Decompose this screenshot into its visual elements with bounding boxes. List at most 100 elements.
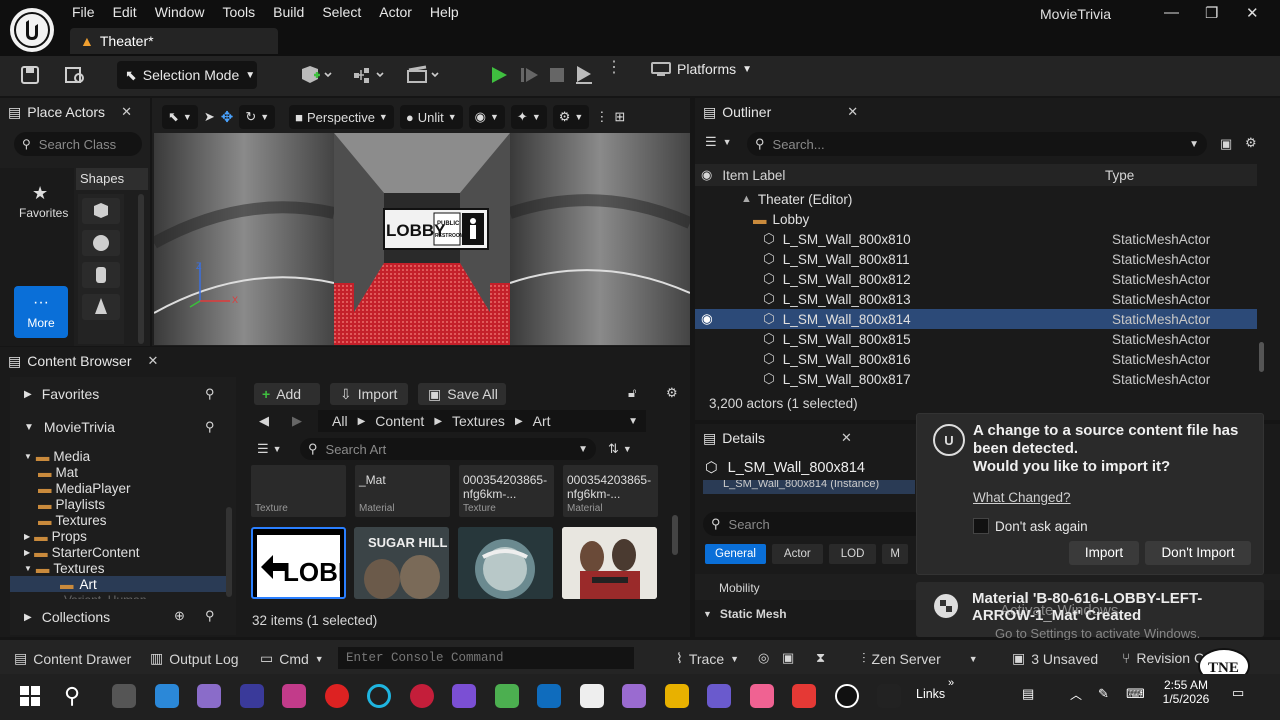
layout-icon[interactable]: ⊞ <box>614 109 625 125</box>
browse-icon[interactable] <box>64 65 86 85</box>
cb-filter-button[interactable]: ☰ ▼ <box>257 441 282 457</box>
tree-item-art[interactable]: ▬ Art <box>60 577 97 592</box>
edge-icon[interactable] <box>197 684 221 708</box>
asset-poster-django[interactable] <box>562 527 657 599</box>
dont-ask-checkbox[interactable] <box>973 518 989 534</box>
close-icon[interactable]: ✕ <box>841 430 852 446</box>
asset-tile[interactable]: 000354203865-nfg6km-... Material <box>563 465 658 517</box>
asset-sugarhill[interactable]: SUGAR HILL <box>354 527 449 599</box>
chrome-icon[interactable] <box>792 684 816 708</box>
star-icon[interactable]: ★ <box>32 183 48 204</box>
tree-item[interactable]: ▼ ▬ Textures <box>24 561 104 576</box>
add-folder-icon[interactable]: ▣ <box>1220 136 1232 152</box>
add-button[interactable]: + Add <box>254 383 320 405</box>
play-icon[interactable] <box>489 66 509 84</box>
asset-tile[interactable]: Texture <box>251 465 346 517</box>
place-scrollbar[interactable] <box>138 194 144 344</box>
outlook-icon[interactable] <box>537 684 561 708</box>
save-all-button[interactable]: ▣ Save All <box>418 383 506 405</box>
import-confirm-button[interactable]: Import <box>1069 541 1139 565</box>
favorites-section[interactable]: ▶ Favorites <box>24 386 99 402</box>
outliner-root-row[interactable]: ▲ Theater (Editor) <box>695 189 1257 209</box>
copilot-icon[interactable] <box>749 684 774 708</box>
tab-lod[interactable]: LOD <box>828 544 877 564</box>
console-input[interactable]: Enter Console Command <box>338 647 634 669</box>
keyboard-layout-icon[interactable]: ▤ <box>1022 686 1034 702</box>
viewport-settings-button[interactable]: ⚙ ▼ <box>552 105 590 129</box>
project-section[interactable]: ▼ MovieTrivia <box>24 419 115 435</box>
outliner-row[interactable]: ⬡ L_SM_Wall_800x810 StaticMeshActor <box>695 229 1257 249</box>
stop-icon[interactable] <box>549 67 565 83</box>
visibility-icon[interactable]: ◉ <box>701 167 712 183</box>
inkscape-icon[interactable] <box>622 684 646 708</box>
perspective-button[interactable]: ■ Perspective ▼ <box>289 105 394 129</box>
m365-icon[interactable] <box>452 684 476 708</box>
collections-section[interactable]: ▶ Collections <box>24 609 110 625</box>
task-view-icon[interactable] <box>112 684 136 708</box>
more-button[interactable]: ··· More <box>14 286 68 338</box>
what-changed-link[interactable]: What Changed? <box>973 490 1071 505</box>
chevron-down-icon[interactable]: ▼ <box>628 416 638 427</box>
forward-icon[interactable]: ▶ <box>292 413 302 429</box>
output-log-button[interactable]: ▥ Output Log <box>150 650 239 667</box>
file-explorer-icon[interactable] <box>664 684 689 708</box>
hourglass-icon[interactable]: ⧗ <box>816 650 825 666</box>
details-search-input[interactable]: ⚲ Search <box>703 512 925 536</box>
touch-keyboard-icon[interactable]: ⌨ <box>1126 686 1145 702</box>
import-button[interactable]: ⇩ Import <box>330 383 408 405</box>
menu-tools[interactable]: Tools <box>222 4 265 20</box>
outliner-folder-row[interactable]: ▬ Lobby <box>695 209 1257 229</box>
view-mode-button[interactable]: ● Unlit ▼ <box>399 105 463 129</box>
unsaved-button[interactable]: ▣ 3 Unsaved <box>1012 650 1098 667</box>
col-type[interactable]: Type <box>1105 168 1134 183</box>
play-options-icon[interactable]: ⋮ <box>606 60 622 76</box>
transform-mode-button[interactable]: ⬉ ▼ <box>162 105 198 129</box>
cinematics-icon[interactable] <box>406 65 442 85</box>
links-chevron-icon[interactable]: » <box>948 677 954 689</box>
add-collection-icon[interactable]: ⊕ <box>174 608 185 624</box>
move-tool-icon[interactable]: ✥ <box>221 108 234 126</box>
tab-misc[interactable]: M <box>882 544 909 564</box>
asset-tile[interactable]: _Mat Material <box>355 465 450 517</box>
outliner-tab[interactable]: ▤ Outliner ✕ <box>695 98 1280 126</box>
close-icon[interactable]: ✕ <box>148 353 159 369</box>
outliner-row[interactable]: ⬡ L_SM_Wall_800x811 StaticMeshActor <box>695 249 1257 269</box>
menu-build[interactable]: Build <box>273 4 314 20</box>
tree-item[interactable]: ▬ Textures <box>38 513 107 528</box>
outliner-row[interactable]: ⬡ L_SM_Wall_800x815 StaticMeshActor <box>695 329 1257 349</box>
outliner-search-input[interactable]: ⚲ Search... ▼ <box>747 132 1207 156</box>
trace-dropdown[interactable]: ⌇ Trace ▼ <box>676 650 739 667</box>
add-actor-icon[interactable] <box>298 65 334 85</box>
tree-scrollbar[interactable] <box>226 507 232 597</box>
step-icon[interactable] <box>520 66 540 84</box>
content-drawer-button[interactable]: ▤ Content Drawer <box>14 650 131 667</box>
close-icon[interactable]: ✕ <box>847 104 858 120</box>
tree-item[interactable]: ▶ ▬ StarterContent <box>24 545 139 560</box>
excel-icon[interactable] <box>494 684 519 708</box>
lock-icon[interactable]: 🔓︎ <box>628 385 636 401</box>
content-browser-tab[interactable]: ▤ Content Browser ✕ <box>0 347 690 375</box>
blueprint-icon[interactable] <box>352 65 388 85</box>
filter-button[interactable]: ☰ ▼ <box>705 134 732 150</box>
level-tab[interactable]: ▲ Theater* <box>70 28 278 54</box>
viewport-scene[interactable]: LOBBY PUBLIC RESTROOM Z X <box>154 133 690 345</box>
unreal-taskbar-icon[interactable] <box>834 684 859 708</box>
favorites-label[interactable]: Favorites <box>19 206 68 220</box>
tree-item[interactable]: ▬ Playlists <box>38 497 105 512</box>
arc-icon[interactable] <box>282 684 306 708</box>
menu-actor[interactable]: Actor <box>379 4 422 20</box>
gear-icon[interactable]: ⚙ <box>666 385 678 401</box>
dont-ask-checkbox-row[interactable]: Don't ask again <box>973 518 1088 534</box>
place-actors-tab[interactable]: ▤ Place Actors ✕ <box>0 98 150 126</box>
store-icon[interactable] <box>154 684 179 708</box>
windows-start-icon[interactable] <box>20 686 40 706</box>
record-icon[interactable]: ◎ <box>758 650 769 666</box>
outliner-row[interactable]: ◉ ⬡ L_SM_Wall_800x814 StaticMeshActor <box>695 309 1257 329</box>
notifications-icon[interactable]: ▭ <box>1232 685 1244 701</box>
viewport-options-icon[interactable]: ⋮ <box>595 109 608 125</box>
vscode-icon[interactable] <box>239 684 264 708</box>
opera-icon[interactable] <box>324 684 349 708</box>
tray-chevron-icon[interactable]: ︿ <box>1070 686 1082 703</box>
menu-help[interactable]: Help <box>430 4 469 20</box>
asset-scrollbar[interactable] <box>672 515 678 555</box>
